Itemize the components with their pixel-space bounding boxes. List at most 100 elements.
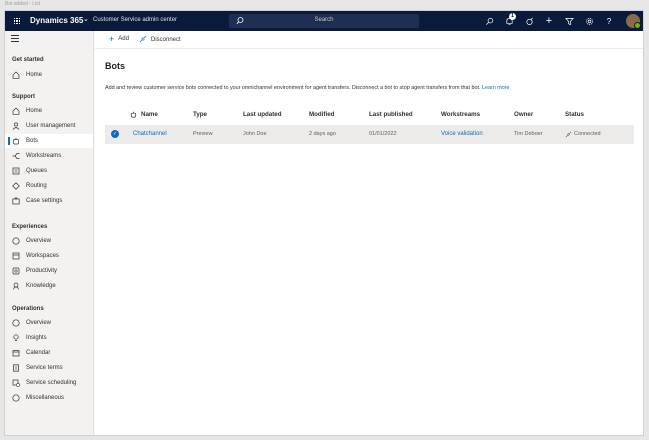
- column-header-modified[interactable]: Modified: [309, 111, 334, 118]
- sidebar: Get started Home Support Home User manag…: [5, 31, 94, 435]
- workstream-icon: [12, 152, 20, 160]
- column-header-last-published[interactable]: Last published: [369, 111, 413, 118]
- add-label: Add: [118, 36, 129, 42]
- sidebar-item-home[interactable]: Home: [5, 104, 93, 118]
- sidebar-item-workstreams[interactable]: Workstreams: [5, 149, 93, 163]
- sidebar-item-label: Insights: [26, 335, 47, 341]
- sidebar-item-insights[interactable]: Insights: [5, 331, 93, 345]
- settings-button[interactable]: [583, 15, 595, 27]
- sidebar-item-miscellaneous[interactable]: Miscellaneous: [5, 391, 93, 405]
- gear-icon: [585, 17, 593, 25]
- sidebar-item-operations-overview[interactable]: Overview: [5, 316, 93, 330]
- sidebar-item-service-terms[interactable]: Service terms: [5, 361, 93, 375]
- assistant-button[interactable]: [523, 15, 535, 27]
- page-title: Bots: [105, 61, 125, 71]
- user-avatar[interactable]: [626, 14, 641, 29]
- sidebar-item-label: Workspaces: [26, 253, 59, 259]
- routing-icon: [12, 182, 20, 190]
- bot-icon: [12, 137, 20, 145]
- sidebar-item-get-started-home[interactable]: Home: [5, 68, 93, 82]
- schedule-icon: [12, 379, 20, 387]
- case-icon: [12, 197, 20, 205]
- search-input[interactable]: Search: [229, 14, 419, 28]
- sidebar-item-service-scheduling[interactable]: Service scheduling: [5, 376, 93, 390]
- page-description-text: Add and review customer service bots con…: [105, 85, 481, 91]
- knowledge-icon: [12, 282, 20, 290]
- learn-more-link[interactable]: Learn more: [482, 85, 510, 91]
- sidebar-item-label: Bots: [26, 138, 39, 144]
- search-placeholder: Search: [314, 17, 334, 23]
- sidebar-item-routing[interactable]: Routing: [5, 179, 93, 193]
- area-name: Customer Service admin center: [93, 17, 178, 23]
- cell-modified: 2 days ago: [309, 131, 336, 137]
- sidebar-item-label: Overview: [26, 238, 52, 244]
- sidebar-item-calendar[interactable]: Calendar: [5, 346, 93, 360]
- bot-icon: [130, 111, 137, 120]
- notifications-button[interactable]: 1: [503, 13, 516, 27]
- column-header-last-updated[interactable]: Last updated: [243, 111, 282, 118]
- sidebar-item-queues[interactable]: Queues: [5, 164, 93, 178]
- sidebar-item-case-settings[interactable]: Case settings: [5, 194, 93, 208]
- queue-icon: [12, 167, 20, 175]
- column-header-owner[interactable]: Owner: [514, 111, 533, 118]
- table-header: Name Type Last updated Modified Last pub…: [105, 109, 634, 123]
- filter-button[interactable]: [563, 15, 575, 27]
- lightbulb-search-button[interactable]: [483, 15, 495, 27]
- sidebar-item-label: Home: [26, 108, 43, 114]
- assistant-icon: [525, 17, 533, 25]
- sidebar-item-label: Calendar: [26, 350, 51, 356]
- sidebar-item-label: Service terms: [26, 365, 63, 371]
- section-get-started: Get started: [12, 57, 44, 63]
- cell-workstreams[interactable]: Voice validation: [441, 131, 483, 137]
- connected-icon: [565, 131, 572, 140]
- cell-status: Connected: [574, 131, 601, 137]
- sidebar-item-label: Service scheduling: [26, 380, 77, 386]
- cell-owner: Tim Deboer: [514, 131, 543, 137]
- sidebar-item-label: Case settings: [26, 198, 63, 204]
- filter-icon: [564, 17, 574, 25]
- new-item-button[interactable]: +: [543, 15, 555, 27]
- chevron-down-icon[interactable]: ⌄: [83, 15, 89, 23]
- sidebar-item-label: Productivity: [26, 268, 58, 274]
- row-checkmark-icon[interactable]: ✓: [111, 130, 119, 138]
- sidebar-item-label: User management: [26, 123, 76, 129]
- section-experiences: Experiences: [12, 224, 48, 230]
- sidebar-item-label: Overview: [26, 320, 52, 326]
- workspace-icon: [12, 252, 20, 260]
- window-caption: Bot added - List: [5, 1, 41, 7]
- column-header-status[interactable]: Status: [565, 111, 584, 118]
- sidebar-item-label: Home: [26, 72, 43, 78]
- plus-icon: +: [109, 34, 115, 44]
- sidebar-item-experiences-overview[interactable]: Overview: [5, 234, 93, 248]
- main-content: + Add Disconnect Bots Add and review cus…: [95, 31, 643, 435]
- help-button[interactable]: ?: [603, 15, 615, 27]
- sidebar-item-workspaces[interactable]: Workspaces: [5, 249, 93, 263]
- app-name[interactable]: Dynamics 365: [30, 16, 83, 25]
- document-icon: [12, 364, 20, 372]
- column-header-name[interactable]: Name: [141, 111, 158, 118]
- home-icon: [12, 71, 20, 79]
- top-bar: Dynamics 365 ⌄ Customer Service admin ce…: [5, 11, 643, 31]
- circle-icon: [12, 237, 20, 245]
- sidebar-item-productivity[interactable]: Productivity: [5, 264, 93, 278]
- sidebar-item-user-management[interactable]: User management: [5, 119, 93, 133]
- cell-last-published: 01/01/2022: [369, 131, 397, 137]
- add-button[interactable]: + Add: [109, 34, 129, 44]
- app-launcher-button[interactable]: [9, 13, 25, 29]
- hamburger-icon[interactable]: [11, 35, 19, 42]
- disconnect-icon: [139, 35, 147, 44]
- column-header-workstreams[interactable]: Workstreams: [441, 111, 480, 118]
- app-frame: Dynamics 365 ⌄ Customer Service admin ce…: [4, 10, 644, 436]
- sidebar-item-label: Workstreams: [26, 153, 62, 159]
- cell-name[interactable]: Chatchannel: [133, 131, 167, 137]
- help-icon: ?: [606, 16, 612, 26]
- cell-type: Preview: [193, 131, 213, 137]
- plus-icon: +: [545, 15, 553, 27]
- table-row[interactable]: ✓ Chatchannel Preview John Doe 2 days ag…: [105, 125, 634, 144]
- sidebar-item-knowledge[interactable]: Knowledge: [5, 279, 93, 293]
- user-icon: [12, 122, 20, 130]
- sidebar-item-bots[interactable]: Bots: [5, 134, 93, 148]
- column-header-type[interactable]: Type: [193, 111, 207, 118]
- disconnect-button[interactable]: Disconnect: [139, 35, 181, 44]
- circle-icon: [12, 319, 20, 327]
